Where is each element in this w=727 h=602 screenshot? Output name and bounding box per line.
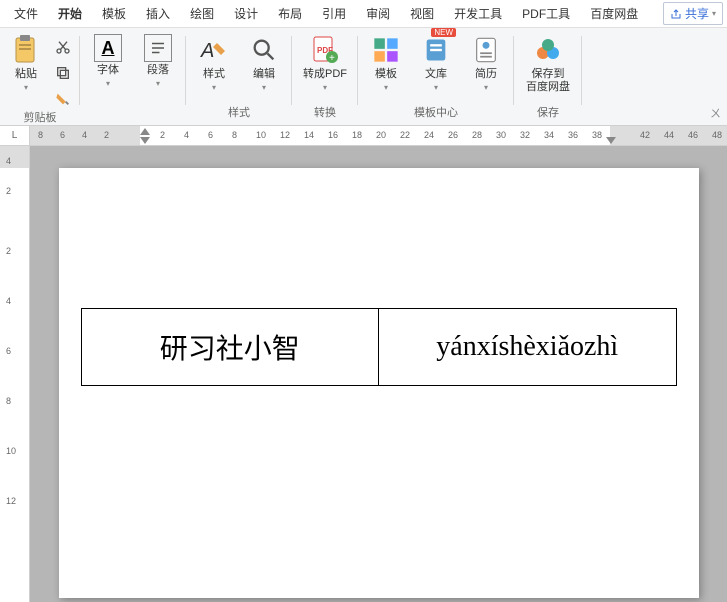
group-label-clipboard: 剪贴板 [24,110,57,126]
tab-review[interactable]: 审阅 [356,1,400,26]
tab-insert[interactable]: 插入 [136,1,180,26]
group-label-styles: 样式 [228,105,250,121]
group-convert: PDF+ 转成PDF▾ 转换 [292,28,358,125]
tab-references[interactable]: 引用 [312,1,356,26]
group-font: A 字体▾ 段落▾ [80,28,186,125]
resume-icon [470,34,502,66]
ribbon: 粘贴▾ 剪贴板 A 字体▾ [0,28,727,126]
svg-text:A: A [200,40,214,62]
group-label-convert: 转换 [314,105,336,121]
svg-text:+: + [329,53,335,64]
tab-draw[interactable]: 绘图 [180,1,224,26]
cut-button[interactable] [52,36,74,58]
resume-button[interactable]: 简历▾ [464,32,508,105]
tab-layout[interactable]: 布局 [268,1,312,26]
paragraph-button[interactable]: 段落▾ [136,32,180,105]
copy-icon [55,65,71,81]
paste-button[interactable]: 粘贴▾ [6,32,46,110]
template-button[interactable]: 模板▾ [364,32,408,105]
table-cell-pinyin[interactable]: yánxíshèxiǎozhì [379,309,677,386]
tab-devtools[interactable]: 开发工具 [444,1,512,26]
format-painter-button[interactable] [52,88,74,110]
tab-baidu[interactable]: 百度网盘 [580,1,648,26]
convert-pdf-button[interactable]: PDF+ 转成PDF▾ [298,32,352,105]
tab-home[interactable]: 开始 [48,1,92,26]
table-cell-hanzi[interactable]: 研习社小智 [81,309,379,386]
new-badge: NEW [431,28,456,37]
vertical-ruler[interactable]: 4224681012 [0,146,30,602]
group-template-center: 模板▾ NEW 文库▾ 简历▾ 模板中心 [358,28,514,125]
font-icon: A [94,34,122,62]
wenku-button[interactable]: NEW 文库▾ [414,32,458,105]
baidu-cloud-icon [532,34,564,66]
styles-button[interactable]: A 样式▾ [192,32,236,105]
group-clipboard: 粘贴▾ 剪贴板 [0,28,80,125]
paste-icon [10,34,42,66]
template-icon [370,34,402,66]
brush-icon [55,91,71,107]
wenku-icon [420,34,452,66]
styles-icon: A [198,34,230,66]
paragraph-icon [144,34,172,62]
tab-template[interactable]: 模板 [92,1,136,26]
tab-pdftools[interactable]: PDF工具 [512,1,580,26]
ruler-corner[interactable]: L [0,126,30,145]
workspace: 4224681012 研习社小智 yánxíshèxiǎozhì [0,146,727,602]
tab-file[interactable]: 文件 [4,1,48,26]
group-save: 保存到百度网盘 保存 [514,28,582,125]
group-label-save: 保存 [537,105,559,121]
group-styles: A 样式▾ 编辑▾ 样式 [186,28,292,125]
copy-button[interactable] [52,62,74,84]
search-icon [248,34,280,66]
document-table[interactable]: 研习社小智 yánxíshèxiǎozhì [81,308,677,386]
collapse-ribbon-button[interactable]: ㄨ [710,105,721,121]
cut-icon [55,39,71,55]
canvas[interactable]: 研习社小智 yánxíshèxiǎozhì [30,146,727,602]
horizontal-ruler[interactable]: L 86422468101214161820222426283032343638… [0,126,727,146]
group-label-template-center: 模板中心 [414,105,458,121]
tab-view[interactable]: 视图 [400,1,444,26]
font-button[interactable]: A 字体▾ [86,32,130,105]
table-row[interactable]: 研习社小智 yánxíshèxiǎozhì [81,309,676,386]
save-baidu-button[interactable]: 保存到百度网盘 [520,32,576,105]
document-page[interactable]: 研习社小智 yánxíshèxiǎozhì [59,168,699,598]
share-icon [670,8,682,20]
pdf-icon: PDF+ [309,34,341,66]
editing-button[interactable]: 编辑▾ [242,32,286,105]
menu-bar: 文件 开始 模板 插入 绘图 设计 布局 引用 审阅 视图 开发工具 PDF工具… [0,0,727,28]
tab-design[interactable]: 设计 [224,1,268,26]
share-button[interactable]: 共享 ▾ [663,2,723,25]
